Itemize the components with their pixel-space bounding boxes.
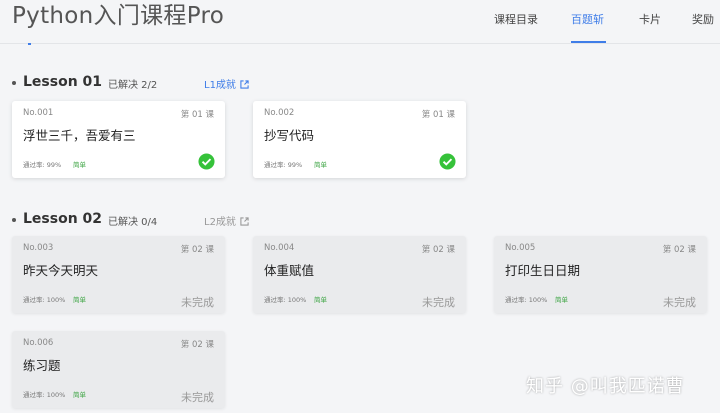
lesson-title: Lesson 02 <box>23 211 103 227</box>
difficulty-badge: 简单 <box>73 296 86 304</box>
problem-title: 昨天今天明天 <box>23 263 99 278</box>
difficulty-badge: 简单 <box>555 296 568 304</box>
problem-number: No.002 <box>264 108 295 118</box>
problem-lesson: 第 02 课 <box>662 245 696 255</box>
problem-number: No.003 <box>23 243 54 253</box>
problem-number: No.001 <box>23 108 54 118</box>
problem-lesson: 第 02 课 <box>180 340 214 350</box>
tab-course-catalog[interactable]: 课程目录 <box>494 11 538 27</box>
pass-rate: 通过率: 100% <box>23 296 66 304</box>
active-tab-indicator <box>571 41 606 43</box>
problem-card-002[interactable]: No.002 第 01 课 抄写代码 通过率: 99% 简单 <box>253 101 466 178</box>
difficulty-badge: 简单 <box>73 161 86 169</box>
app-title: Python入门课程Pro <box>12 3 225 29</box>
tab-cards[interactable]: 卡片 <box>639 11 661 27</box>
achievement-label: L2成就 <box>204 217 236 228</box>
problem-lesson: 第 01 课 <box>180 110 214 120</box>
lesson-01-achievement-link[interactable]: L1成就 <box>204 76 249 91</box>
problem-number: No.006 <box>23 338 54 348</box>
difficulty-badge: 简单 <box>314 296 327 304</box>
status-label: 未完成 <box>422 296 455 309</box>
pass-rate: 通过率: 100% <box>264 296 307 304</box>
problem-lesson: 第 02 课 <box>180 245 214 255</box>
problem-card-006[interactable]: No.006 第 02 课 练习题 通过率: 100% 简单 未完成 <box>12 331 225 408</box>
tab-hundred-problems[interactable]: 百题斩 <box>571 11 604 27</box>
bullet-icon <box>12 81 16 85</box>
app-header: Python入门课程Pro 课程目录 百题斩 卡片 奖励 <box>0 0 720 45</box>
status-label: 未完成 <box>663 296 696 309</box>
difficulty-badge: 简单 <box>73 391 86 399</box>
header-accent-mark <box>28 43 31 45</box>
problem-number: No.004 <box>264 243 295 253</box>
status-label: 未完成 <box>181 391 214 404</box>
pass-rate: 通过率: 100% <box>505 296 548 304</box>
problem-title: 打印生日日期 <box>505 263 581 278</box>
lesson-title: Lesson 01 <box>23 74 103 90</box>
problem-lesson: 第 02 课 <box>421 245 455 255</box>
problem-title: 练习题 <box>23 358 61 373</box>
pass-rate: 通过率: 99% <box>264 161 303 169</box>
problem-card-001[interactable]: No.001 第 01 课 浮世三千，吾爱有三 通过率: 99% 简单 <box>12 101 225 178</box>
problem-number: No.005 <box>505 243 536 253</box>
problem-lesson: 第 01 课 <box>421 110 455 120</box>
difficulty-badge: 简单 <box>314 161 327 169</box>
external-link-icon <box>240 80 249 89</box>
problem-card-005[interactable]: No.005 第 02 课 打印生日日期 通过率: 100% 简单 未完成 <box>494 236 707 313</box>
problem-title: 抄写代码 <box>264 128 315 143</box>
bullet-icon <box>12 218 16 222</box>
problem-card-004[interactable]: No.004 第 02 课 体重赋值 通过率: 100% 简单 未完成 <box>253 236 466 313</box>
pass-rate: 通过率: 99% <box>23 161 62 169</box>
problem-title: 浮世三千，吾爱有三 <box>23 128 136 143</box>
achievement-label: L1成就 <box>204 80 236 91</box>
tab-rewards[interactable]: 奖励 <box>692 11 714 27</box>
watermark-text: 知乎 @叫我匹诺曹 <box>526 376 685 397</box>
status-label: 未完成 <box>181 296 214 309</box>
solved-count: 已解决 2/2 <box>108 80 158 91</box>
problem-title: 体重赋值 <box>264 263 315 278</box>
external-link-icon <box>240 217 249 226</box>
solved-count: 已解决 0/4 <box>108 217 158 228</box>
pass-rate: 通过率: 100% <box>23 391 66 399</box>
lesson-02-achievement-link[interactable]: L2成就 <box>204 213 249 228</box>
check-icon <box>198 153 215 170</box>
check-icon <box>439 153 456 170</box>
problem-card-003[interactable]: No.003 第 02 课 昨天今天明天 通过率: 100% 简单 未完成 <box>12 236 225 313</box>
